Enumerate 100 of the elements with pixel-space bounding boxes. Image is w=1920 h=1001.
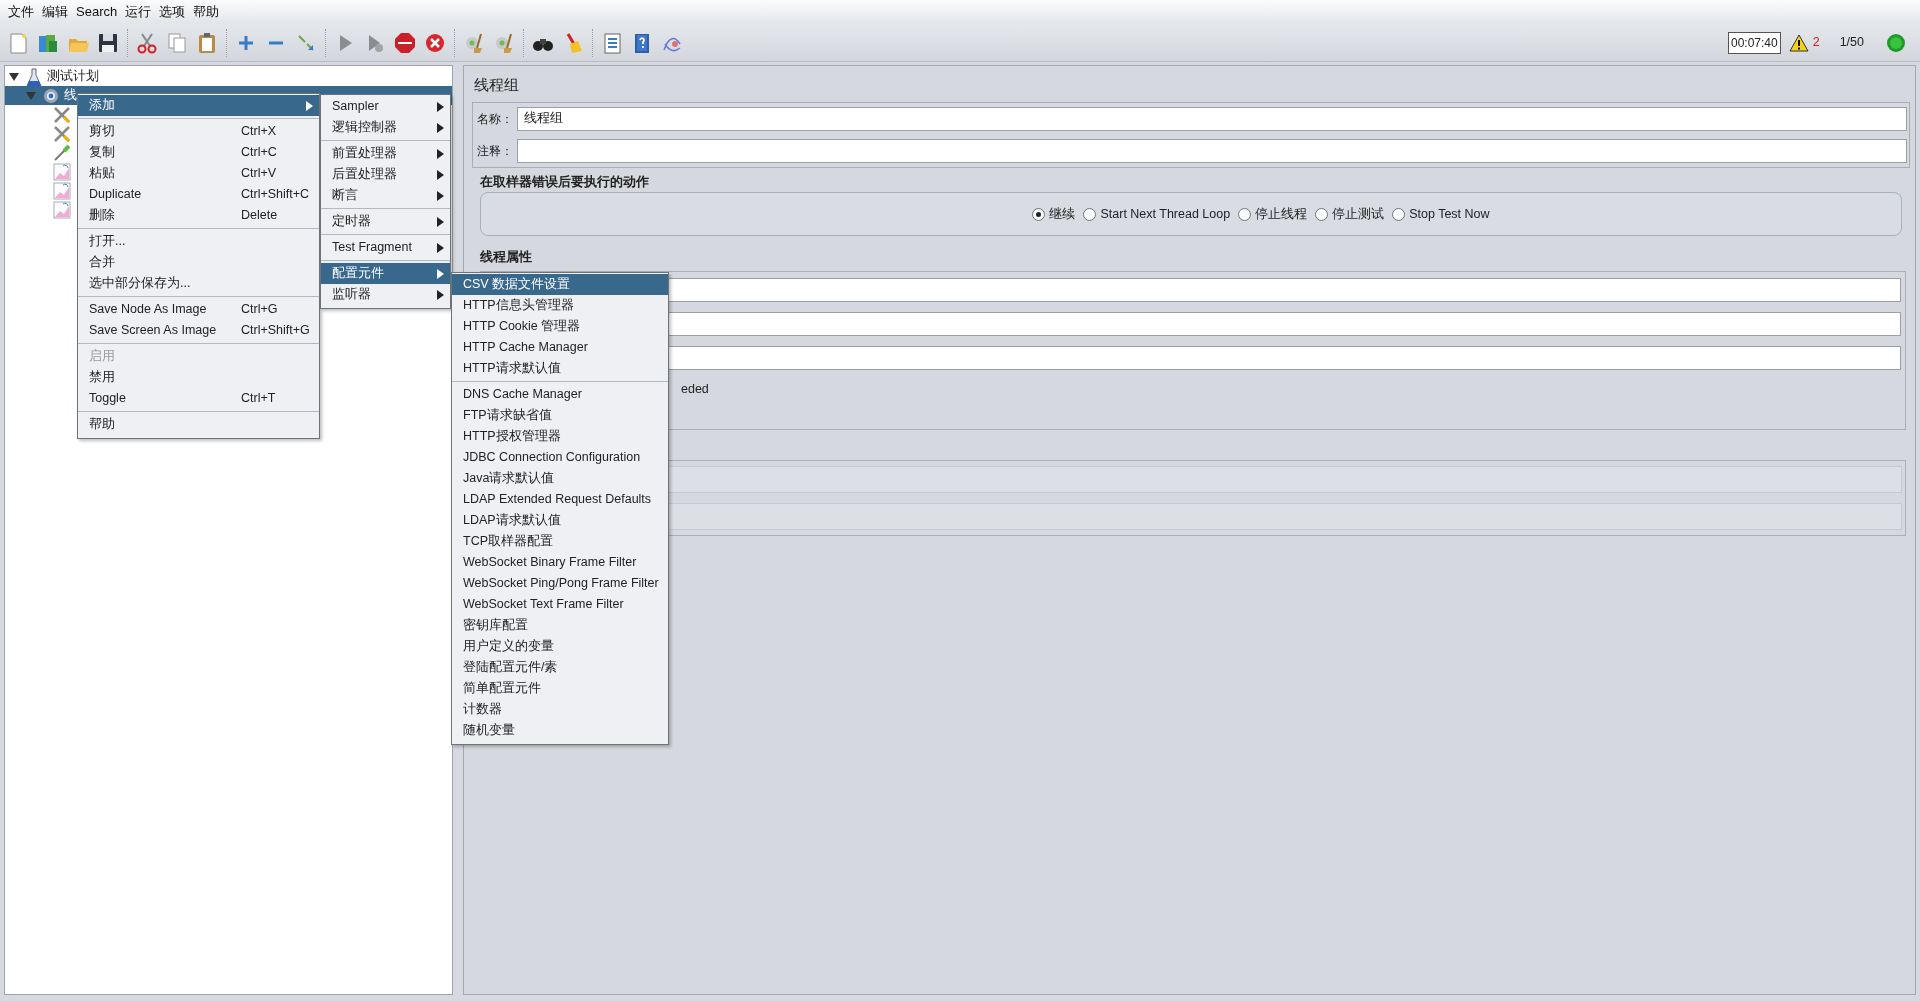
radio-label: 停止线程 bbox=[1255, 205, 1308, 223]
menu-item[interactable]: Search bbox=[72, 2, 122, 22]
menu-item[interactable]: 简单配置元件 bbox=[452, 678, 668, 699]
scissors-icon[interactable] bbox=[136, 31, 158, 54]
radio-option[interactable]: 继续 bbox=[1032, 204, 1076, 224]
menu-item[interactable]: 断言 bbox=[321, 185, 450, 206]
menu-item[interactable]: 登陆配置元件/素 bbox=[452, 657, 668, 678]
menu-item[interactable]: Sampler bbox=[321, 96, 450, 117]
save-icon[interactable] bbox=[97, 31, 119, 54]
shortcut-label: Ctrl+X bbox=[241, 123, 277, 141]
menu-item[interactable]: LDAP Extended Request Defaults bbox=[452, 489, 668, 510]
menu-item[interactable]: HTTP请求默认值 bbox=[452, 358, 668, 379]
menu-item[interactable]: JDBC Connection Configuration bbox=[452, 447, 668, 468]
collapse-arrow-icon[interactable] bbox=[9, 71, 19, 82]
radio-label: 停止测试 bbox=[1332, 205, 1385, 223]
shortcut-label: Ctrl+Shift+G bbox=[241, 322, 310, 340]
copy-icon[interactable] bbox=[166, 31, 188, 54]
menu-item[interactable]: WebSocket Ping/Pong Frame Filter bbox=[452, 573, 668, 594]
menu-item[interactable]: HTTP授权管理器 bbox=[452, 426, 668, 447]
radio-option[interactable]: 停止测试 bbox=[1315, 204, 1385, 224]
shortcut-label: Ctrl+T bbox=[241, 390, 276, 408]
menu-item[interactable]: 前置处理器 bbox=[321, 143, 450, 164]
menu-item[interactable]: 选中部分保存为... bbox=[78, 273, 319, 294]
menu-item[interactable]: DNS Cache Manager bbox=[452, 384, 668, 405]
menu-item[interactable]: 剪切 Ctrl+X bbox=[78, 121, 319, 142]
menu-item[interactable]: 合并 bbox=[78, 252, 319, 273]
radio-label: Start Next Thread Loop bbox=[1100, 205, 1231, 223]
menu-item[interactable]: Toggle Ctrl+T bbox=[78, 388, 319, 409]
menu-item[interactable]: 打开... bbox=[78, 231, 319, 252]
menu-item[interactable]: 添加 bbox=[78, 95, 319, 116]
menu-item[interactable]: 密钥库配置 bbox=[452, 615, 668, 636]
menu-item[interactable]: WebSocket Binary Frame Filter bbox=[452, 552, 668, 573]
menu-item[interactable]: TCP取样器配置 bbox=[452, 531, 668, 552]
status-light-icon bbox=[1886, 32, 1906, 53]
tree-node-label[interactable]: 测试计划 bbox=[47, 67, 99, 86]
menu-item[interactable]: 帮助 bbox=[78, 414, 319, 435]
menu-item[interactable]: Java请求默认值 bbox=[452, 468, 668, 489]
new-file-icon[interactable] bbox=[7, 31, 29, 54]
menu-item[interactable]: 选项 bbox=[155, 2, 190, 22]
close-icon[interactable] bbox=[424, 31, 446, 54]
flask-icon[interactable] bbox=[25, 67, 43, 86]
menu-item[interactable]: 计数器 bbox=[452, 699, 668, 720]
name-label: 名称： bbox=[476, 110, 514, 128]
shortcut-label: Ctrl+G bbox=[241, 301, 278, 319]
menu-item[interactable]: 用户定义的变量 bbox=[452, 636, 668, 657]
menu-item[interactable]: CSV 数据文件设置 bbox=[452, 274, 668, 295]
menu-item[interactable]: 文件 bbox=[4, 2, 38, 22]
menu-item[interactable]: Duplicate Ctrl+Shift+C bbox=[78, 184, 319, 205]
menu-item[interactable]: Save Screen As Image Ctrl+Shift+G bbox=[78, 320, 319, 341]
menu-item[interactable]: 编辑 bbox=[38, 2, 72, 22]
radio-button[interactable] bbox=[1315, 207, 1329, 221]
menu-item[interactable]: 禁用 bbox=[78, 367, 319, 388]
radio-option[interactable]: 停止线程 bbox=[1238, 204, 1308, 224]
gear-icon[interactable] bbox=[42, 86, 60, 105]
name-field[interactable]: 线程组 bbox=[517, 106, 1907, 131]
tools-icon[interactable] bbox=[53, 105, 71, 124]
menu-item[interactable]: HTTP信息头管理器 bbox=[452, 295, 668, 316]
clipboard-icon[interactable] bbox=[196, 31, 218, 54]
radio-label: 继续 bbox=[1049, 205, 1076, 223]
stop-icon[interactable] bbox=[394, 31, 416, 54]
section-title: 线程属性 bbox=[480, 249, 533, 267]
menu-item[interactable]: 配置元件 bbox=[321, 263, 450, 284]
gear-broom-icon[interactable] bbox=[493, 31, 515, 54]
menu-item[interactable]: 删除 Delete bbox=[78, 205, 319, 226]
warning-count: 2 bbox=[1812, 34, 1820, 52]
menu-item[interactable]: 粘贴 Ctrl+V bbox=[78, 163, 319, 184]
list-icon[interactable] bbox=[601, 31, 623, 54]
radio-option[interactable]: Start Next Thread Loop bbox=[1083, 204, 1231, 224]
shortcut-label: Ctrl+Shift+C bbox=[241, 186, 310, 204]
radio-button[interactable] bbox=[1083, 207, 1097, 221]
menu-item[interactable]: 定时器 bbox=[321, 211, 450, 232]
menu-item[interactable]: FTP请求缺省值 bbox=[452, 405, 668, 426]
menu-item[interactable]: HTTP Cache Manager bbox=[452, 337, 668, 358]
menu-item[interactable]: 逻辑控制器 bbox=[321, 117, 450, 138]
radio-option[interactable]: Stop Test Now bbox=[1392, 204, 1490, 224]
menu-item[interactable]: 随机变量 bbox=[452, 720, 668, 741]
menu-item[interactable]: 后置处理器 bbox=[321, 164, 450, 185]
menu-item[interactable]: LDAP请求默认值 bbox=[452, 510, 668, 531]
warning-icon bbox=[1788, 33, 1809, 52]
comment-field[interactable] bbox=[517, 138, 1907, 163]
elapsed-time: 00:07:40 bbox=[1728, 31, 1781, 54]
tree-node-label[interactable]: 线 bbox=[64, 86, 77, 105]
radio-button[interactable] bbox=[1238, 207, 1252, 221]
radio-button[interactable] bbox=[1392, 207, 1406, 221]
menu-item[interactable]: Test Fragment bbox=[321, 237, 450, 258]
tools-icon[interactable] bbox=[53, 124, 71, 143]
menu-item[interactable]: 复制 Ctrl+C bbox=[78, 142, 319, 163]
gear-broom-icon[interactable] bbox=[463, 31, 485, 54]
menu-item[interactable]: 帮助 bbox=[189, 2, 224, 22]
comment-label: 注释： bbox=[476, 142, 514, 160]
menu-item[interactable]: Save Node As Image Ctrl+G bbox=[78, 299, 319, 320]
section-title: 在取样器错误后要执行的动作 bbox=[480, 173, 650, 191]
radio-button[interactable] bbox=[1032, 207, 1046, 221]
menu-item[interactable]: HTTP Cookie 管理器 bbox=[452, 316, 668, 337]
menu-item[interactable]: WebSocket Text Frame Filter bbox=[452, 594, 668, 615]
menu-item[interactable]: 运行 bbox=[121, 2, 156, 22]
shortcut-label: Ctrl+V bbox=[241, 165, 277, 183]
menu-item[interactable]: 监听器 bbox=[321, 284, 450, 305]
pipette-icon[interactable] bbox=[53, 143, 71, 162]
active-threads: 1/50 bbox=[1839, 34, 1864, 52]
